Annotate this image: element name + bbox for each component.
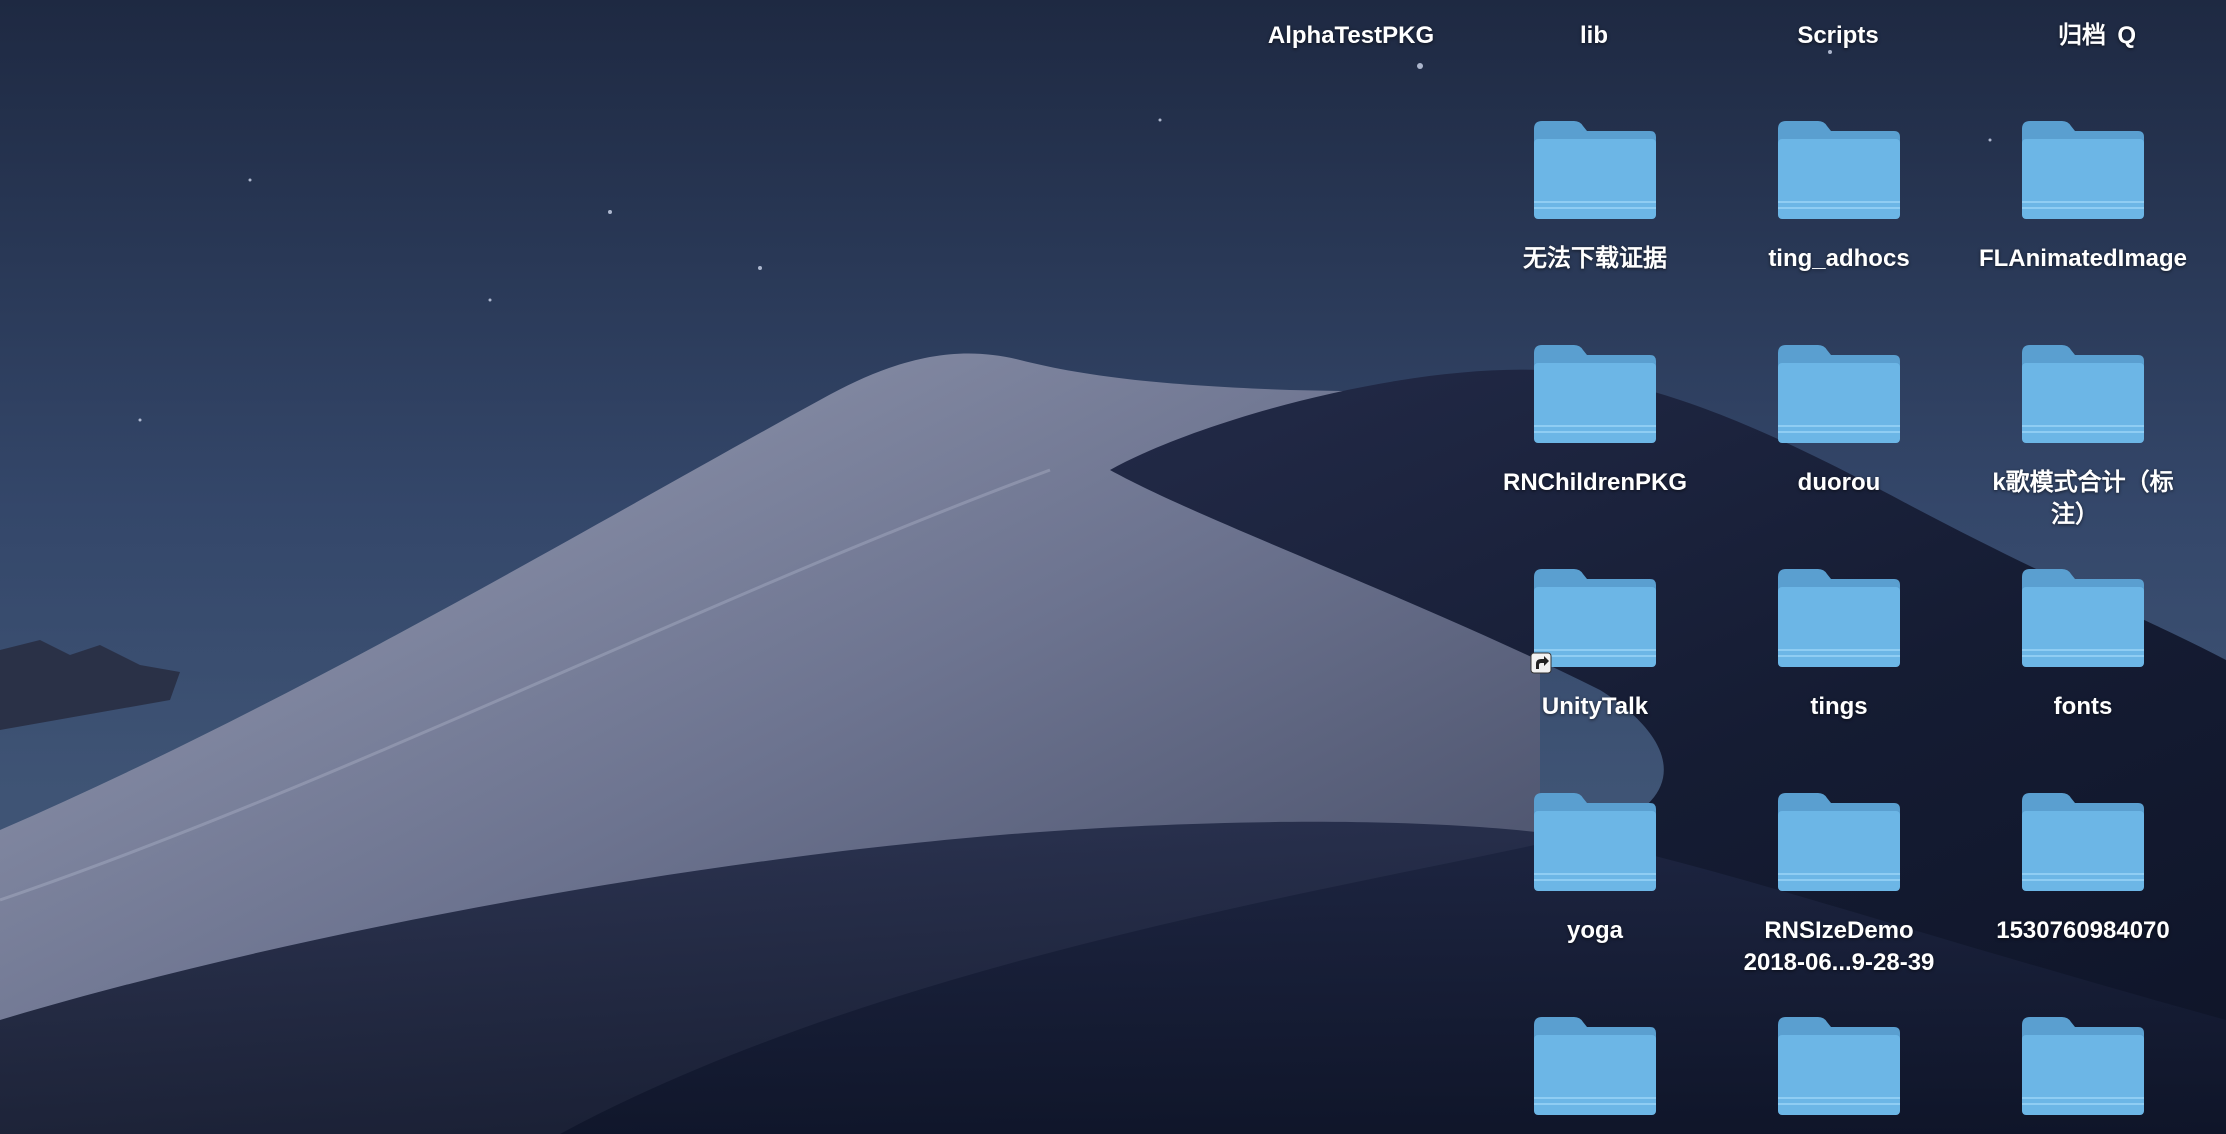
folder-label[interactable]: tings (1719, 691, 1959, 723)
folder-label[interactable]: UnityTalk (1475, 691, 1715, 723)
desktop-item-label[interactable]: lib (1474, 20, 1714, 52)
folder-label[interactable]: RNSIzeDemo (1719, 915, 1959, 947)
folder-icon[interactable] (1774, 117, 1904, 221)
alias-arrow-icon (1530, 652, 1552, 674)
folder-label[interactable]: 1530760984070 (1963, 915, 2203, 947)
folder-icon[interactable] (1530, 789, 1660, 893)
folder-label[interactable]: duorou (1719, 467, 1959, 499)
folder-icon[interactable] (2018, 341, 2148, 445)
folder-icon[interactable] (1774, 565, 1904, 669)
desktop-item-label[interactable]: 归档 (1962, 20, 2202, 52)
folder-label[interactable]: ting_adhocs (1719, 243, 1959, 275)
folder-label-line2[interactable]: 注） (1955, 499, 2195, 531)
desktop-item-label[interactable]: Scripts (1718, 20, 1958, 52)
folder-label[interactable]: yoga (1475, 915, 1715, 947)
folder-label[interactable]: RNChildrenPKG (1475, 467, 1715, 499)
folder-label[interactable]: k歌模式合计（标 (1963, 467, 2203, 499)
folder-icon[interactable] (1530, 1013, 1660, 1117)
folder-label[interactable]: fonts (1963, 691, 2203, 723)
folder-icon[interactable] (2018, 789, 2148, 893)
folder-label-line2[interactable]: 2018-06...9-28-39 (1719, 947, 1959, 979)
folder-icon[interactable] (2018, 117, 2148, 221)
folder-icon[interactable] (1530, 341, 1660, 445)
folder-icon[interactable] (1774, 789, 1904, 893)
desktop-item-label[interactable]: Q (2096, 20, 2136, 52)
desktop-item-label[interactable]: AlphaTestPKG (1231, 20, 1471, 52)
folder-label[interactable]: 无法下载证据 (1475, 243, 1715, 275)
folder-icon[interactable] (1774, 341, 1904, 445)
folder-label[interactable]: FLAnimatedImage (1963, 243, 2203, 275)
folder-icon[interactable] (2018, 565, 2148, 669)
folder-icon[interactable] (1530, 117, 1660, 221)
folder-icon[interactable] (2018, 1013, 2148, 1117)
folder-icon[interactable] (1774, 1013, 1904, 1117)
